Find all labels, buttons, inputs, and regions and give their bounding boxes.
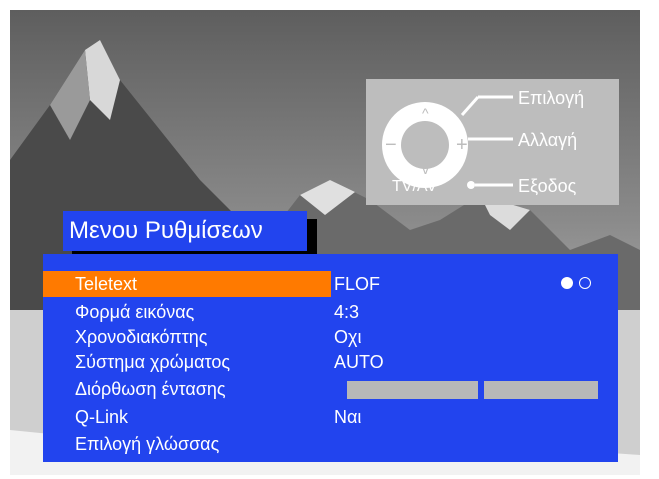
menu-item-teletext[interactable]: Teletext FLOF: [43, 271, 618, 299]
exit-label: Εξοδος: [518, 176, 577, 196]
empty-circle-icon: [579, 277, 591, 289]
filled-circle-icon: [561, 277, 573, 289]
up-arrow-icon: ^: [422, 105, 429, 121]
menu-item-picture-format[interactable]: Φορμά εικόνας 4:3: [43, 299, 618, 327]
plus-icon: +: [456, 134, 468, 156]
down-arrow-icon: v: [422, 161, 429, 177]
minus-icon: −: [385, 134, 397, 156]
menu-item-label: Σύστημα χρώματος: [75, 352, 231, 372]
menu-item-label: Χρονοδιακόπτης: [75, 327, 208, 347]
menu-item-volume-correction[interactable]: Διόρθωση έντασης: [43, 376, 618, 404]
tvav-label: TV/AV: [392, 178, 438, 195]
menu-item-q-link[interactable]: Q-Link Ναι: [43, 404, 618, 432]
menu-item-language[interactable]: Επιλογή γλώσσας: [43, 431, 618, 459]
menu-item-label: Φορμά εικόνας: [75, 302, 195, 322]
menu-item-label: Q-Link: [75, 407, 129, 427]
menu-item-label: Διόρθωση έντασης: [75, 379, 226, 399]
volume-bar-right[interactable]: [484, 381, 598, 399]
settings-menu-panel: Teletext FLOF Φορμά εικόνας 4:3 Χρονοδια…: [43, 254, 618, 462]
volume-bar-left[interactable]: [347, 381, 478, 399]
change-label: Αλλαγή: [518, 130, 578, 150]
menu-item-value: 4:3: [334, 302, 360, 322]
menu-item-value: AUTO: [334, 352, 384, 372]
menu-item-color-system[interactable]: Σύστημα χρώματος AUTO: [43, 349, 618, 377]
menu-item-label: Επιλογή γλώσσας: [75, 434, 220, 454]
menu-item-value: FLOF: [334, 274, 381, 294]
teletext-mode-indicator: [561, 277, 591, 291]
menu-item-label: Teletext: [43, 271, 331, 297]
menu-item-timer[interactable]: Χρονοδιακόπτης Οχι: [43, 324, 618, 352]
select-label: Επιλογή: [518, 88, 585, 108]
menu-title: Μενου Ρυθμίσεων: [63, 211, 307, 251]
menu-item-value: Οχι: [334, 327, 362, 347]
menu-item-value: Ναι: [334, 407, 362, 427]
